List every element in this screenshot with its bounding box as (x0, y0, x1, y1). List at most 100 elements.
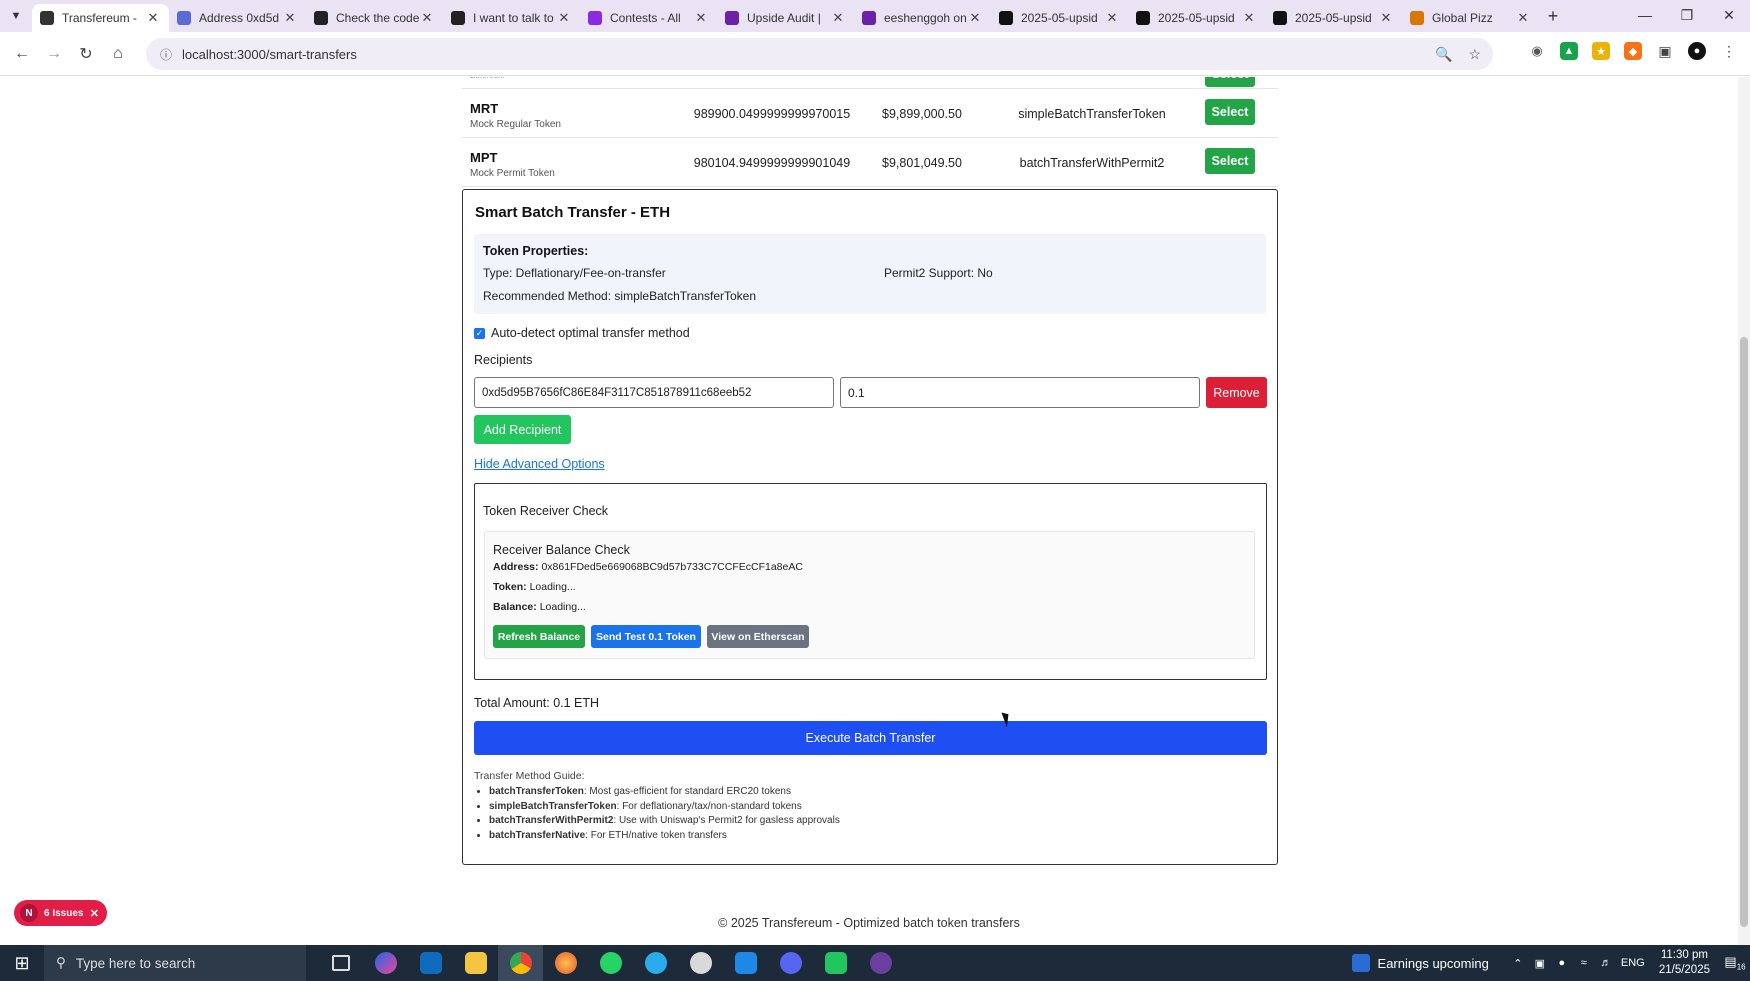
forward-arrow-icon[interactable]: → (38, 45, 70, 63)
zoom-icon[interactable]: 🔍 (1435, 46, 1452, 63)
hide-advanced-options-link[interactable]: Hide Advanced Options (474, 457, 605, 471)
tab-close-icon[interactable]: ✕ (419, 10, 435, 26)
select-token-button[interactable]: Select (1205, 77, 1255, 87)
home-icon[interactable]: ⌂ (102, 45, 134, 63)
tab-close-icon[interactable]: ✕ (282, 10, 298, 26)
browser-tab[interactable]: Contests - All ✕ (580, 4, 717, 32)
remove-recipient-button[interactable]: Remove (1206, 377, 1267, 408)
tab-close-icon[interactable]: ✕ (830, 10, 846, 26)
tab-close-icon[interactable]: ✕ (693, 10, 709, 26)
tray-wifi-icon[interactable]: ≈ (1573, 957, 1595, 969)
telegram-icon[interactable] (633, 945, 678, 981)
guide-method-desc: : Most gas-efficient for standard ERC20 … (583, 786, 791, 797)
page-scrollbar[interactable] (1738, 77, 1750, 945)
auto-detect-label: Auto-detect optimal transfer method (491, 326, 690, 340)
browser-tab[interactable]: 2025-05-upsid ✕ (1265, 4, 1402, 32)
tray-volume-icon[interactable]: ♬ (1595, 957, 1617, 969)
browser-menu-icon[interactable]: ⋮ (1720, 42, 1738, 60)
auto-detect-toggle[interactable]: ✓ Auto-detect optimal transfer method (474, 326, 690, 340)
site-info-icon[interactable]: ⓘ (160, 46, 172, 63)
token-name: Mock Permit Token (470, 168, 555, 179)
browser-tab[interactable]: Address 0xd5d ✕ (169, 4, 306, 32)
tab-close-icon[interactable]: ✕ (1378, 10, 1394, 26)
taskbar-search-placeholder: Type here to search (75, 955, 196, 971)
extensions-puzzle-icon[interactable]: ▣ (1656, 42, 1674, 60)
tab-close-icon[interactable]: ✕ (967, 10, 983, 26)
tray-camera-icon[interactable]: ▣ (1529, 957, 1551, 970)
tab-search-chevron-icon[interactable]: ▼ (0, 0, 32, 32)
refresh-balance-button[interactable]: Refresh Balance (493, 625, 585, 648)
receiver-token-label: Token: (493, 581, 527, 593)
card-title: Smart Batch Transfer - ETH (475, 204, 671, 221)
tab-close-icon[interactable]: ✕ (556, 10, 572, 26)
close-window-icon[interactable]: ✕ (1708, 0, 1750, 32)
execute-batch-transfer-button[interactable]: Execute Batch Transfer (474, 721, 1267, 755)
tray-language[interactable]: ENG (1617, 957, 1649, 969)
reload-icon[interactable]: ↻ (70, 44, 102, 64)
scrollbar-thumb[interactable] (1740, 337, 1748, 927)
select-token-button[interactable]: Select (1205, 99, 1255, 125)
extension-yellow-icon[interactable]: ★ (1592, 42, 1610, 60)
advanced-options-panel: Token Receiver Check Receiver Balance Ch… (474, 483, 1267, 680)
bookmark-star-icon[interactable]: ☆ (1468, 46, 1481, 63)
whatsapp-icon[interactable] (588, 945, 633, 981)
issues-badge[interactable]: N 6 Issues ✕ (14, 900, 107, 926)
browser-tab[interactable]: Transfereum - ✕ (32, 4, 169, 32)
firefox-icon[interactable] (543, 945, 588, 981)
notification-count: 16 (1736, 962, 1746, 972)
extension-green-icon[interactable]: ▲ (1560, 42, 1578, 60)
guide-method-name: simpleBatchTransferToken (489, 800, 617, 812)
tab-close-icon[interactable]: ✕ (145, 10, 161, 26)
tab-close-icon[interactable]: ✕ (1515, 10, 1531, 26)
browser-tab[interactable]: I want to talk to ✕ (443, 4, 580, 32)
chrome-icon[interactable] (498, 945, 543, 981)
news-widget[interactable]: Earnings upcoming (1351, 954, 1489, 972)
snipping-tool-icon[interactable] (678, 945, 723, 981)
metamask-fox-icon[interactable]: ◆ (1624, 42, 1642, 60)
auto-detect-checkbox[interactable]: ✓ (474, 327, 485, 339)
view-on-etherscan-button[interactable]: View on Etherscan (707, 625, 809, 648)
send-test-token-button[interactable]: Send Test 0.1 Token (591, 625, 701, 648)
minimize-icon[interactable]: — (1624, 0, 1666, 32)
browser-tab[interactable]: 2025-05-upsid ✕ (991, 4, 1128, 32)
browser-tab[interactable]: 2025-05-upsid ✕ (1128, 4, 1265, 32)
tray-chevron-icon[interactable]: ⌃ (1507, 957, 1529, 970)
profile-avatar-icon[interactable]: ● (1688, 42, 1706, 60)
camera-icon[interactable]: ◉ (1528, 42, 1546, 60)
notification-center-icon[interactable]: ▤16 (1720, 954, 1750, 972)
browser-tab[interactable]: eeshenggoh on ✕ (854, 4, 991, 32)
browser-tab[interactable]: Upside Audit | ✕ (717, 4, 854, 32)
tab-close-icon[interactable]: ✕ (1104, 10, 1120, 26)
task-view-icon[interactable] (318, 945, 363, 981)
issues-close-icon[interactable]: ✕ (90, 907, 99, 920)
vscode-icon[interactable] (723, 945, 768, 981)
smart-batch-transfer-card: Smart Batch Transfer - ETH Token Propert… (462, 189, 1278, 865)
github-desktop-icon[interactable] (858, 945, 903, 981)
taskbar-search-box[interactable]: ⚲ Type here to search (44, 945, 306, 981)
outlook-icon[interactable] (408, 945, 453, 981)
new-tab-plus-icon[interactable]: + (1539, 6, 1567, 27)
tab-close-icon[interactable]: ✕ (1241, 10, 1257, 26)
tray-mic-icon[interactable]: ● (1551, 957, 1573, 969)
receiver-address-value: 0x861FDed5e669068BC9d57b733C7CCFEcCF1a8e… (541, 561, 803, 573)
recipient-amount-input[interactable] (840, 377, 1200, 408)
green-app-icon[interactable] (813, 945, 858, 981)
windows-start-icon[interactable]: ⊞ (0, 945, 44, 981)
file-explorer-icon[interactable] (453, 945, 498, 981)
discord-icon[interactable] (768, 945, 813, 981)
total-amount: Total Amount: 0.1 ETH (474, 696, 600, 710)
address-bar[interactable]: ⓘ localhost:3000/smart-transfers 🔍 ☆ (146, 38, 1493, 70)
taskbar-search-icon: ⚲ (56, 955, 66, 970)
add-recipient-button[interactable]: Add Recipient (474, 415, 571, 444)
recipient-address-input[interactable] (474, 377, 834, 408)
select-token-button[interactable]: Select (1205, 148, 1255, 174)
browser-tab[interactable]: Check the code ✕ (306, 4, 443, 32)
tray-clock[interactable]: 11:30 pm 21/5/2025 (1659, 948, 1710, 978)
transfer-method-guide-heading: Transfer Method Guide: (474, 770, 585, 782)
guide-method-name: batchTransferNative (489, 829, 586, 841)
back-arrow-icon[interactable]: ← (6, 45, 38, 63)
token-balance: 989900.0499999999970015 (693, 107, 851, 121)
browser-tab[interactable]: Global Pizz ✕ (1402, 4, 1539, 32)
copilot-icon[interactable] (363, 945, 408, 981)
restore-icon[interactable]: ❐ (1666, 0, 1708, 32)
